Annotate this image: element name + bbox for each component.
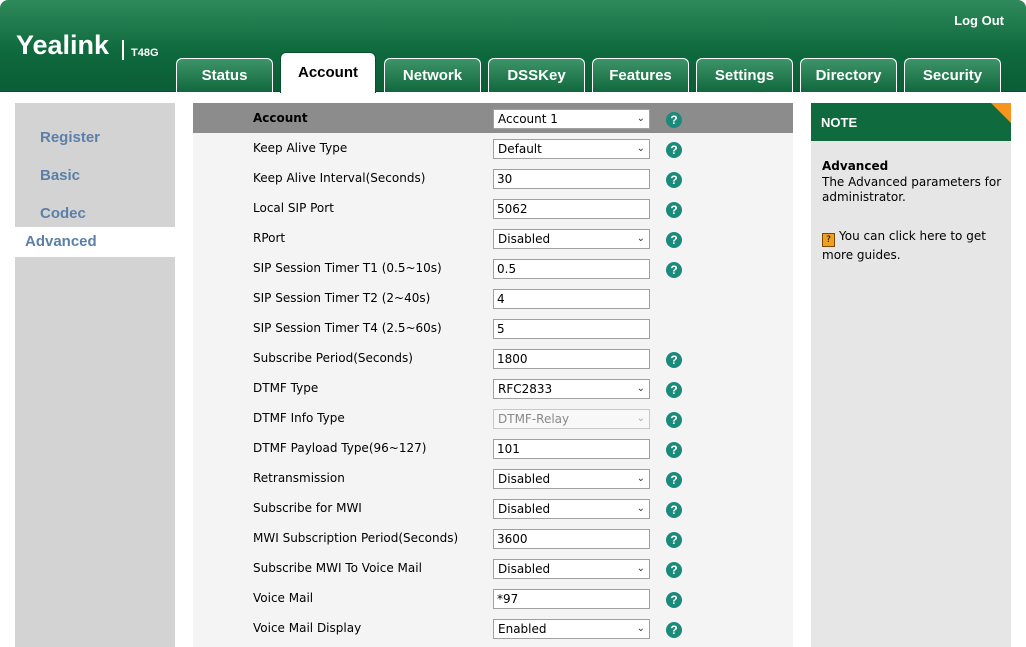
sidebar-item-basic[interactable]: Basic	[15, 161, 175, 191]
chevron-down-icon: ⌄	[636, 143, 645, 154]
note-title: NOTE	[821, 115, 858, 130]
local-sip-port-input[interactable]: 5062	[493, 199, 650, 219]
chevron-down-icon: ⌄	[636, 473, 645, 484]
subscribe-mwi-label: Subscribe for MWI	[253, 501, 362, 515]
tab-settings[interactable]: Settings	[696, 58, 793, 92]
chevron-down-icon: ⌄	[636, 563, 645, 574]
keep-alive-interval-label: Keep Alive Interval(Seconds)	[253, 171, 426, 185]
keep-alive-type-select[interactable]: Default ⌄	[493, 139, 650, 159]
sip-timer-t2-input[interactable]: 4	[493, 289, 650, 309]
logo-divider	[122, 40, 124, 60]
dtmf-payload-type-input[interactable]: 101	[493, 439, 650, 459]
tab-account[interactable]: Account	[280, 52, 376, 93]
retransmission-label: Retransmission	[253, 471, 345, 485]
note-text: The Advanced parameters for administrato…	[822, 175, 1002, 204]
dtmf-type-select[interactable]: RFC2833 ⌄	[493, 379, 650, 399]
retransmission-select[interactable]: Disabled ⌄	[493, 469, 650, 489]
chevron-down-icon: ⌄	[636, 383, 645, 394]
model-label: T48G	[131, 47, 159, 59]
note-header: NOTE	[811, 103, 1011, 141]
help-icon[interactable]: ?	[666, 172, 682, 188]
sidebar-item-register[interactable]: Register	[15, 123, 175, 153]
tab-security[interactable]: Security	[904, 58, 1001, 92]
help-icon[interactable]: ?	[666, 502, 682, 518]
sip-timer-t1-label: SIP Session Timer T1 (0.5~10s)	[253, 261, 442, 275]
help-icon[interactable]: ?	[666, 352, 682, 368]
guide-book-icon: ?	[822, 233, 835, 247]
dtmf-payload-type-label: DTMF Payload Type(96~127)	[253, 441, 427, 455]
sip-timer-t1-input[interactable]: 0.5	[493, 259, 650, 279]
header-bar: Yealink T48G Log Out Status Account Netw…	[0, 0, 1026, 93]
dtmf-type-label: DTMF Type	[253, 381, 319, 395]
help-icon[interactable]: ?	[666, 622, 682, 638]
keep-alive-type-label: Keep Alive Type	[253, 141, 348, 155]
help-icon[interactable]: ?	[666, 472, 682, 488]
keep-alive-interval-input[interactable]: 30	[493, 169, 650, 189]
voice-mail-input[interactable]: *97	[493, 589, 650, 609]
chevron-down-icon: ⌄	[636, 113, 645, 124]
sidebar-item-codec[interactable]: Codec	[15, 199, 175, 229]
yealink-logo: Yealink	[16, 30, 110, 60]
dtmf-info-type-select[interactable]: DTMF-Relay ⌄	[493, 409, 650, 429]
help-icon[interactable]: ?	[666, 262, 682, 278]
tab-directory[interactable]: Directory	[800, 58, 897, 92]
tab-dsskey[interactable]: DSSKey	[488, 58, 585, 92]
voice-mail-display-label: Voice Mail Display	[253, 621, 362, 635]
guide-link-text[interactable]: You can click here to get more guides.	[822, 229, 986, 262]
voice-mail-display-select[interactable]: Enabled ⌄	[493, 619, 650, 639]
chevron-down-icon: ⌄	[636, 233, 645, 244]
help-icon[interactable]: ?	[666, 442, 682, 458]
subscribe-period-label: Subscribe Period(Seconds)	[253, 351, 413, 365]
help-icon[interactable]: ?	[666, 592, 682, 608]
chevron-down-icon: ⌄	[636, 413, 645, 424]
local-sip-port-label: Local SIP Port	[253, 201, 334, 215]
tab-status[interactable]: Status	[176, 58, 273, 92]
account-select[interactable]: Account 1 ⌄	[493, 109, 650, 129]
account-label: Account	[253, 111, 308, 125]
tab-features[interactable]: Features	[592, 58, 689, 92]
dtmf-info-type-label: DTMF Info Type	[253, 411, 345, 425]
settings-form: Account Account 1 ⌄ ? Keep Alive Type Def…	[193, 103, 793, 647]
note-panel: NOTE Advanced The Advanced parameters fo…	[811, 103, 1011, 647]
rport-select[interactable]: Disabled ⌄	[493, 229, 650, 249]
note-heading: Advanced	[822, 159, 889, 173]
help-icon[interactable]: ?	[666, 562, 682, 578]
mwi-subscription-period-label: MWI Subscription Period(Seconds)	[253, 531, 459, 545]
sip-timer-t2-label: SIP Session Timer T2 (2~40s)	[253, 291, 431, 305]
subscribe-mwi-voicemail-label: Subscribe MWI To Voice Mail	[253, 561, 422, 575]
sidebar: Register Basic Codec	[15, 103, 175, 647]
guide-link[interactable]: ? You can click here to get more guides.	[822, 228, 1007, 263]
sip-timer-t4-input[interactable]: 5	[493, 319, 650, 339]
help-icon[interactable]: ?	[666, 412, 682, 428]
help-icon[interactable]: ?	[666, 232, 682, 248]
subscribe-mwi-voicemail-select[interactable]: Disabled ⌄	[493, 559, 650, 579]
subscribe-mwi-select[interactable]: Disabled ⌄	[493, 499, 650, 519]
tab-network[interactable]: Network	[384, 58, 481, 92]
chevron-down-icon: ⌄	[636, 623, 645, 634]
logout-link[interactable]: Log Out	[954, 13, 1004, 28]
rport-label: RPort	[253, 231, 286, 245]
sip-timer-t4-label: SIP Session Timer T4 (2.5~60s)	[253, 321, 442, 335]
mwi-subscription-period-input[interactable]: 3600	[493, 529, 650, 549]
subscribe-period-input[interactable]: 1800	[493, 349, 650, 369]
chevron-down-icon: ⌄	[636, 503, 645, 514]
note-corner-fold	[991, 103, 1011, 123]
sidebar-item-advanced[interactable]: Advanced	[15, 227, 183, 257]
help-icon[interactable]: ?	[666, 532, 682, 548]
help-icon[interactable]: ?	[666, 142, 682, 158]
help-icon[interactable]: ?	[666, 382, 682, 398]
help-icon[interactable]: ?	[666, 202, 682, 218]
content-area: Register Basic Codec Advanced Account Ac…	[0, 93, 1026, 647]
voice-mail-label: Voice Mail	[253, 591, 314, 605]
help-icon[interactable]: ?	[666, 112, 682, 128]
